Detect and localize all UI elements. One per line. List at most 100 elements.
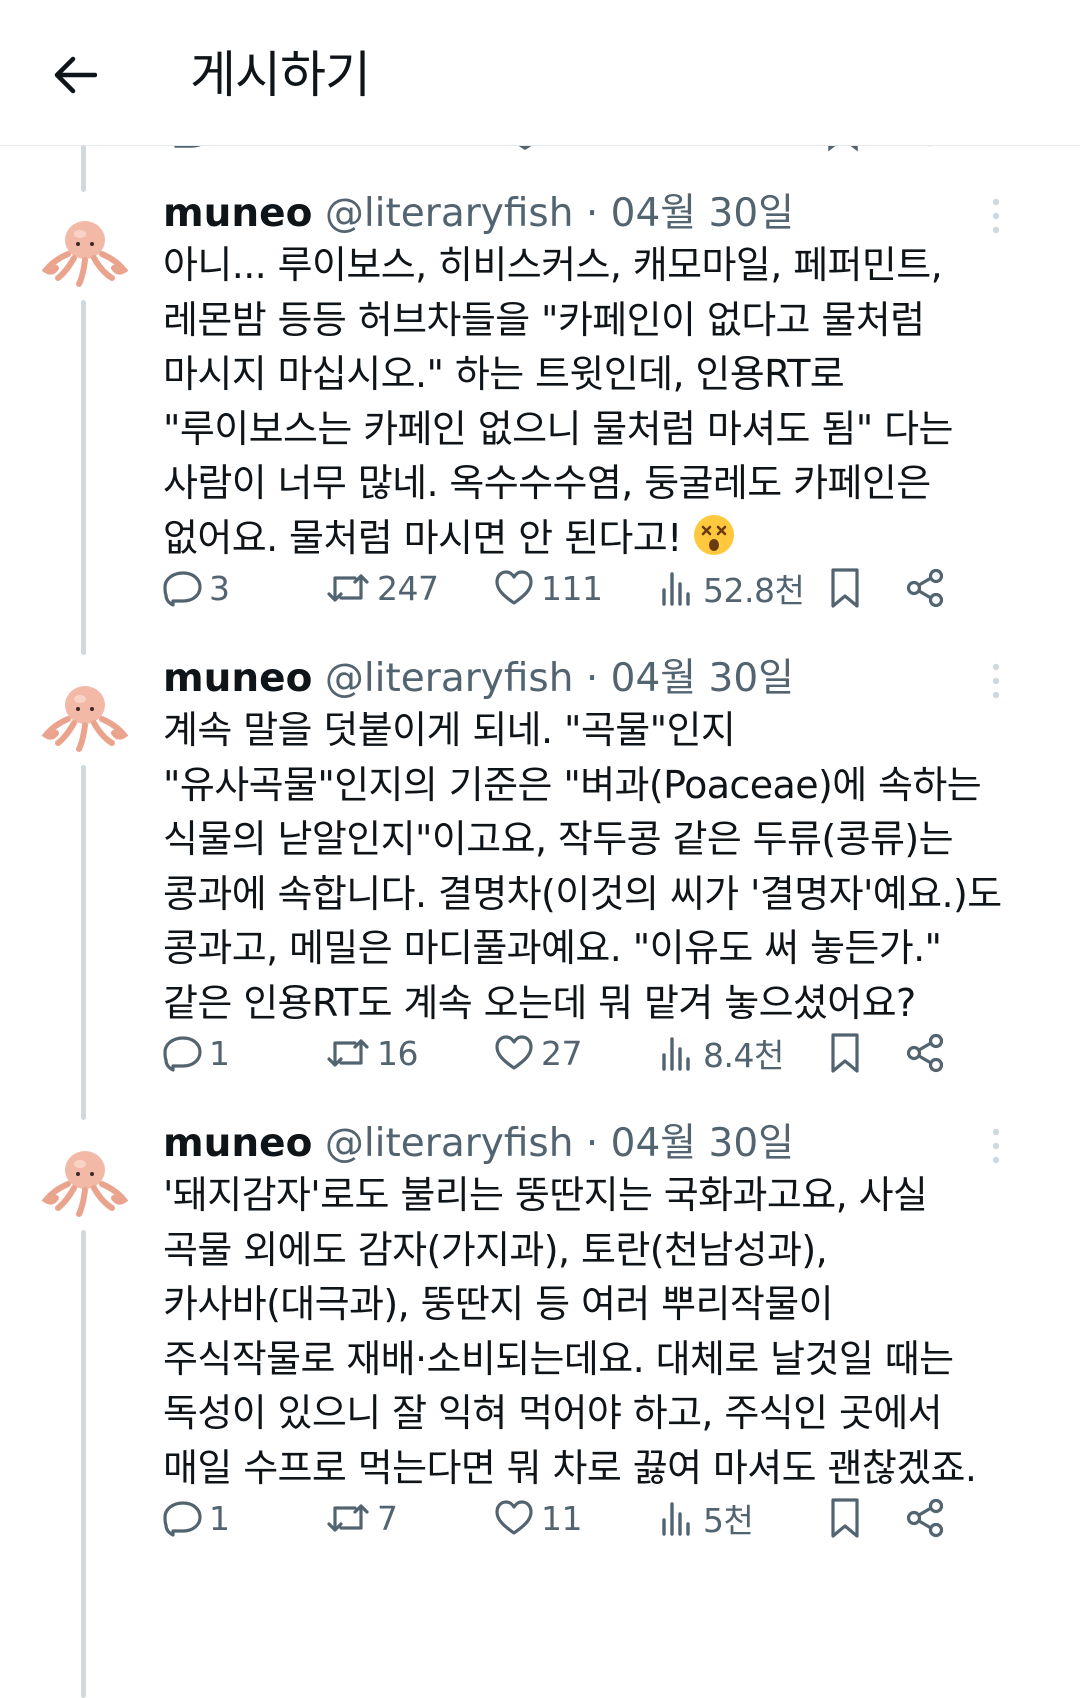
tweet-text-line: 콩과고, 메밀은 마디풀과예요. "이유도 써 놓든가.": [163, 926, 942, 970]
more-vertical-icon: [992, 1128, 1000, 1164]
like-button[interactable]: 11: [493, 1488, 583, 1548]
thread-connector-line: [81, 140, 86, 192]
reply-count: 1: [209, 1498, 230, 1538]
avatar[interactable]: [40, 671, 130, 761]
views-count: 52.8천: [703, 571, 805, 610]
share-button[interactable]: [905, 1488, 947, 1548]
more-options-button[interactable]: [972, 1122, 1020, 1170]
reply-count: 3: [209, 568, 230, 608]
tweet-text-line: 아니... 루이보스, 히비스커스, 캐모마일, 페퍼민트,: [163, 243, 943, 287]
more-options-button[interactable]: [972, 192, 1020, 240]
like-button[interactable]: 27: [493, 1023, 583, 1083]
dizzy-face-emoji-icon: [693, 514, 734, 555]
views-button[interactable]: 52.8천: [657, 558, 805, 618]
like-count: 27: [541, 1033, 583, 1073]
reply-button[interactable]: 1: [163, 1488, 230, 1548]
page-title: 게시하기: [190, 46, 371, 104]
back-button[interactable]: [40, 40, 110, 110]
tweet-actions: 1 7 11 5천: [163, 1488, 1033, 1548]
views-button[interactable]: 8.4천: [657, 1023, 784, 1083]
more-vertical-icon: [992, 198, 1000, 234]
author-name[interactable]: muneo: [163, 1121, 312, 1166]
bookmark-button[interactable]: [825, 1488, 865, 1548]
tweet-header: muneo @literaryfish · 04월 30일: [163, 1116, 794, 1172]
author-handle[interactable]: @literaryfish: [325, 656, 574, 701]
avatar[interactable]: [40, 206, 130, 296]
retweet-icon: [327, 574, 369, 602]
retweet-button[interactable]: 7: [325, 1488, 398, 1548]
like-count: 111: [541, 568, 603, 608]
share-icon: [906, 568, 944, 608]
more-vertical-icon: [992, 663, 1000, 699]
retweet-icon: [327, 1039, 369, 1067]
bookmark-icon: [831, 568, 859, 608]
separator-dot: ·: [585, 656, 599, 701]
retweet-button[interactable]: 16: [325, 1023, 419, 1083]
tweet-text: 아니... 루이보스, 히비스커스, 캐모마일, 페퍼민트, 레몬밤 등등 허브…: [163, 238, 1063, 565]
tweet-text-line: 식물의 낟알인지"이고요, 작두콩 같은 두류(콩류)는: [163, 817, 954, 861]
tweet-text-line: "루이보스는 카페인 없으니 물처럼 마셔도 됨" 다는: [163, 406, 953, 451]
reply-button[interactable]: 3: [163, 558, 230, 618]
retweet-button[interactable]: 247: [325, 558, 439, 618]
views-chart-icon: [662, 572, 690, 606]
reply-icon: [163, 1501, 202, 1537]
reply-count: 1: [209, 1033, 230, 1073]
separator-dot: ·: [585, 191, 599, 236]
tweet-text-line: 같은 인용RT도 계속 오는데 뭐 맡겨 놓으셨어요?: [163, 980, 916, 1025]
tweet-text: '돼지감자'로도 불리는 뚱딴지는 국화과고요, 사실 곡물 외에도 감자(가지…: [163, 1168, 1063, 1495]
tweet-text-line: 독성이 있으니 잘 익혀 먹어야 하고, 주식인 곳에서: [163, 1391, 943, 1435]
tweet-header: muneo @literaryfish · 04월 30일: [163, 186, 794, 242]
more-options-button[interactable]: [972, 657, 1020, 705]
top-header: 게시하기: [0, 0, 1080, 146]
share-button[interactable]: [905, 558, 947, 618]
tweet-text-line: 카사바(대극과), 뚱딴지 등 여러 뿌리작물이: [163, 1282, 834, 1326]
views-chart-icon: [662, 1502, 690, 1536]
author-name[interactable]: muneo: [163, 656, 312, 701]
heart-icon: [495, 1035, 533, 1070]
reply-icon: [163, 1036, 202, 1072]
share-icon: [906, 1498, 944, 1538]
tweet-actions: 3 247 111 52.8천: [163, 558, 1033, 618]
like-count: 11: [541, 1498, 583, 1538]
bookmark-button[interactable]: [825, 558, 865, 618]
author-name[interactable]: muneo: [163, 191, 312, 236]
reply-button[interactable]: 1: [163, 1023, 230, 1083]
octopus-avatar-icon: [41, 686, 129, 752]
tweet-text-line: "유사곡물"인지의 기준은 "벼과(Poaceae)에 속하는: [163, 762, 982, 807]
views-chart-icon: [662, 1037, 690, 1071]
share-button[interactable]: [905, 1023, 947, 1083]
tweet-text: 계속 말을 덧붙이게 되네. "곡물"인지 "유사곡물"인지의 기준은 "벼과(…: [163, 703, 1063, 1030]
thread-connector-line: [81, 1230, 86, 1698]
tweet-text-line: 레몬밤 등등 허브차들을 "카페인이 없다고 물처럼: [163, 297, 925, 342]
retweet-icon: [327, 1504, 369, 1532]
back-arrow-icon: [54, 56, 97, 94]
heart-icon: [495, 570, 533, 605]
tweet-header: muneo @literaryfish · 04월 30일: [163, 651, 794, 707]
like-button[interactable]: 111: [493, 558, 603, 618]
tweet-date[interactable]: 04월 30일: [611, 656, 794, 701]
bookmark-icon: [831, 1033, 859, 1073]
thread-connector-line: [81, 765, 86, 1120]
bookmark-button[interactable]: [825, 1023, 865, 1083]
author-handle[interactable]: @literaryfish: [325, 1121, 574, 1166]
tweet-text-line: 콩과에 속합니다. 결명차(이것의 씨가 '결명자'예요.)도: [163, 871, 1002, 916]
retweet-count: 16: [377, 1033, 419, 1073]
tweet-actions: 1 16 27 8.4천: [163, 1023, 1033, 1083]
tweet-date[interactable]: 04월 30일: [611, 1121, 794, 1166]
views-button[interactable]: 5천: [657, 1488, 754, 1548]
tweet-text-line-last: 없어요. 물처럼 마시면 안 된다고!: [163, 511, 1063, 566]
separator-dot: ·: [585, 1121, 599, 1166]
tweet-date[interactable]: 04월 30일: [611, 191, 794, 236]
thread-connector-line: [81, 300, 86, 655]
avatar[interactable]: [40, 1136, 130, 1226]
tweet-text-segment: 없어요. 물처럼 마시면 안 된다고!: [163, 515, 682, 560]
tweet-text-line: 계속 말을 덧붙이게 되네. "곡물"인지: [163, 708, 736, 752]
tweet-text-line: '돼지감자'로도 불리는 뚱딴지는 국화과고요, 사실: [163, 1173, 928, 1217]
bookmark-icon: [831, 1498, 859, 1538]
tweet-text-line: 사람이 너무 많네. 옥수수수염, 둥굴레도 카페인은: [163, 461, 931, 505]
share-icon: [906, 1033, 944, 1073]
tweet-text-line: 마시지 마십시오." 하는 트윗인데, 인용RT로: [163, 352, 845, 396]
tweet-text-line: 주식작물로 재배·소비되는데요. 대체로 날것일 때는: [163, 1336, 954, 1381]
retweet-count: 7: [377, 1498, 398, 1538]
author-handle[interactable]: @literaryfish: [325, 191, 574, 236]
